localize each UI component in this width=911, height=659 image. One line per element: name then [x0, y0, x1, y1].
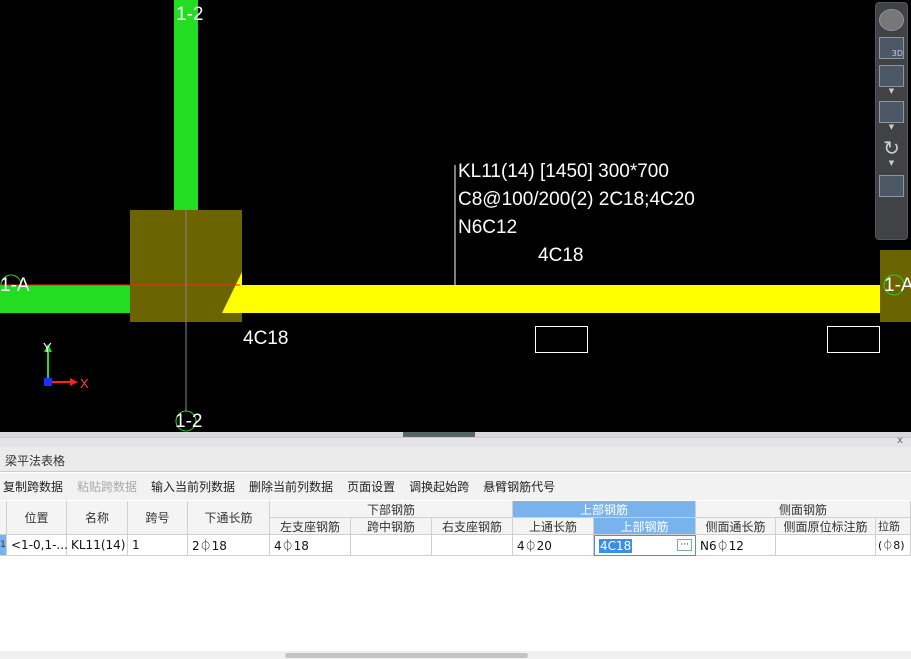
chevron-down-icon[interactable]: ▼ [876, 123, 907, 131]
header-bottom-through[interactable]: 下通长筋 [188, 501, 270, 535]
panel-titlebar: x [0, 435, 911, 447]
axis-label-left: 1-A [0, 275, 30, 296]
orbit-icon[interactable] [879, 9, 904, 31]
header-left-support[interactable]: 左支座钢筋 [270, 518, 351, 535]
cell-position[interactable]: <1-0,1-... [7, 535, 68, 556]
cell-top-rebar[interactable]: 4C18 ··· [594, 535, 696, 556]
header-top-through[interactable]: 上通长筋 [513, 518, 594, 535]
coordinate-axes-icon: Y X [43, 340, 89, 391]
cell-bottom-through[interactable]: 2⏀18 [188, 535, 270, 556]
beam-table: 位置 名称 跨号 下通长筋 下部钢筋 上部钢筋 侧面钢筋 左支座钢筋 跨中钢筋 右支座钢筋 上通长筋… [0, 501, 911, 651]
cell-side-through[interactable]: N6⏀12 [696, 535, 776, 556]
axis-x-label: X [80, 376, 89, 391]
group-header-side: 侧面钢筋 [696, 501, 911, 518]
page-setup-button[interactable]: 页面设置 [347, 478, 395, 495]
header-tie[interactable]: 拉筋 [876, 518, 911, 535]
panel-title: 梁平法表格 [0, 447, 911, 472]
column-vertical[interactable] [174, 0, 198, 212]
header-mid-span[interactable]: 跨中钢筋 [351, 518, 432, 535]
view-toolbar: 3D ▼ ▼ ↻ ▼ [875, 2, 908, 240]
rotate-icon[interactable]: ↻ [879, 136, 904, 160]
cad-canvas[interactable]: 1-2 1-2 1-A 1-A KL11(14) [1450] 300*700 … [0, 0, 911, 432]
top-rebar-label[interactable]: 4C18 [538, 245, 583, 266]
3d-view-icon[interactable]: 3D [879, 37, 904, 59]
header-name[interactable]: 名称 [67, 501, 128, 535]
header-side-in-situ[interactable]: 侧面原位标注筋 [776, 518, 876, 535]
box-icon[interactable] [879, 101, 904, 123]
group-header-bottom: 下部钢筋 [270, 501, 513, 518]
header-span[interactable]: 跨号 [128, 501, 188, 535]
cell-edit-input[interactable]: 4C18 [599, 538, 633, 553]
axis-label-bottom: 1-2 [175, 411, 202, 432]
table-toolbar: 复制跨数据 粘贴跨数据 输入当前列数据 删除当前列数据 页面设置 调换起始跨 悬… [0, 473, 911, 500]
cell-span[interactable]: 1 [128, 535, 188, 556]
swap-start-span-button[interactable]: 调换起始跨 [409, 478, 469, 495]
row-number[interactable]: 1 [0, 535, 7, 556]
header-right-support[interactable]: 右支座钢筋 [432, 518, 513, 535]
beam-yellow[interactable] [242, 285, 882, 313]
axis-label-top: 1-2 [176, 4, 203, 25]
axis-label-right: 1-A [884, 275, 911, 296]
chevron-down-icon[interactable]: ▼ [876, 87, 907, 95]
beam-annotation-line3[interactable]: N6C12 [458, 217, 517, 238]
delete-column-button[interactable]: 删除当前列数据 [249, 478, 333, 495]
paste-span-button: 粘贴跨数据 [77, 480, 138, 494]
cell-left-support[interactable]: 4⏀18 [270, 535, 351, 556]
cell-name[interactable]: KL11(14) [67, 535, 128, 556]
cell-top-through[interactable]: 4⏀20 [513, 535, 594, 556]
axis-y-label: Y [43, 340, 52, 355]
close-icon[interactable]: x [897, 435, 903, 446]
beam-annotation-line1[interactable]: KL11(14) [1450] 300*700 [458, 161, 669, 182]
header-top-rebar[interactable]: 上部钢筋 [594, 518, 696, 535]
more-button[interactable]: ··· [677, 539, 692, 551]
input-box-mid[interactable] [535, 326, 588, 353]
cell-mid-span[interactable] [351, 535, 432, 556]
corner-header [0, 501, 7, 535]
copy-span-button[interactable]: 复制跨数据 [3, 478, 63, 495]
display-settings-icon[interactable] [879, 175, 904, 197]
view-cube-icon[interactable] [879, 65, 904, 87]
scrollbar-thumb[interactable] [285, 653, 528, 658]
header-side-through[interactable]: 侧面通长筋 [696, 518, 776, 535]
group-header-top: 上部钢筋 [513, 501, 696, 518]
input-column-button[interactable]: 输入当前列数据 [151, 478, 235, 495]
horizontal-scrollbar[interactable] [0, 651, 911, 659]
input-box-right[interactable] [827, 326, 880, 353]
cantilever-code-button[interactable]: 悬臂钢筋代号 [483, 478, 555, 495]
cell-right-support[interactable] [432, 535, 513, 556]
cell-tie[interactable]: (⏀8) [876, 535, 911, 556]
left-support-label[interactable]: 4C18 [243, 328, 288, 349]
chevron-down-icon[interactable]: ▼ [876, 159, 907, 167]
cell-side-in-situ[interactable] [776, 535, 876, 556]
header-position[interactable]: 位置 [7, 501, 67, 535]
beam-annotation-line2[interactable]: C8@100/200(2) 2C18;4C20 [458, 189, 695, 210]
